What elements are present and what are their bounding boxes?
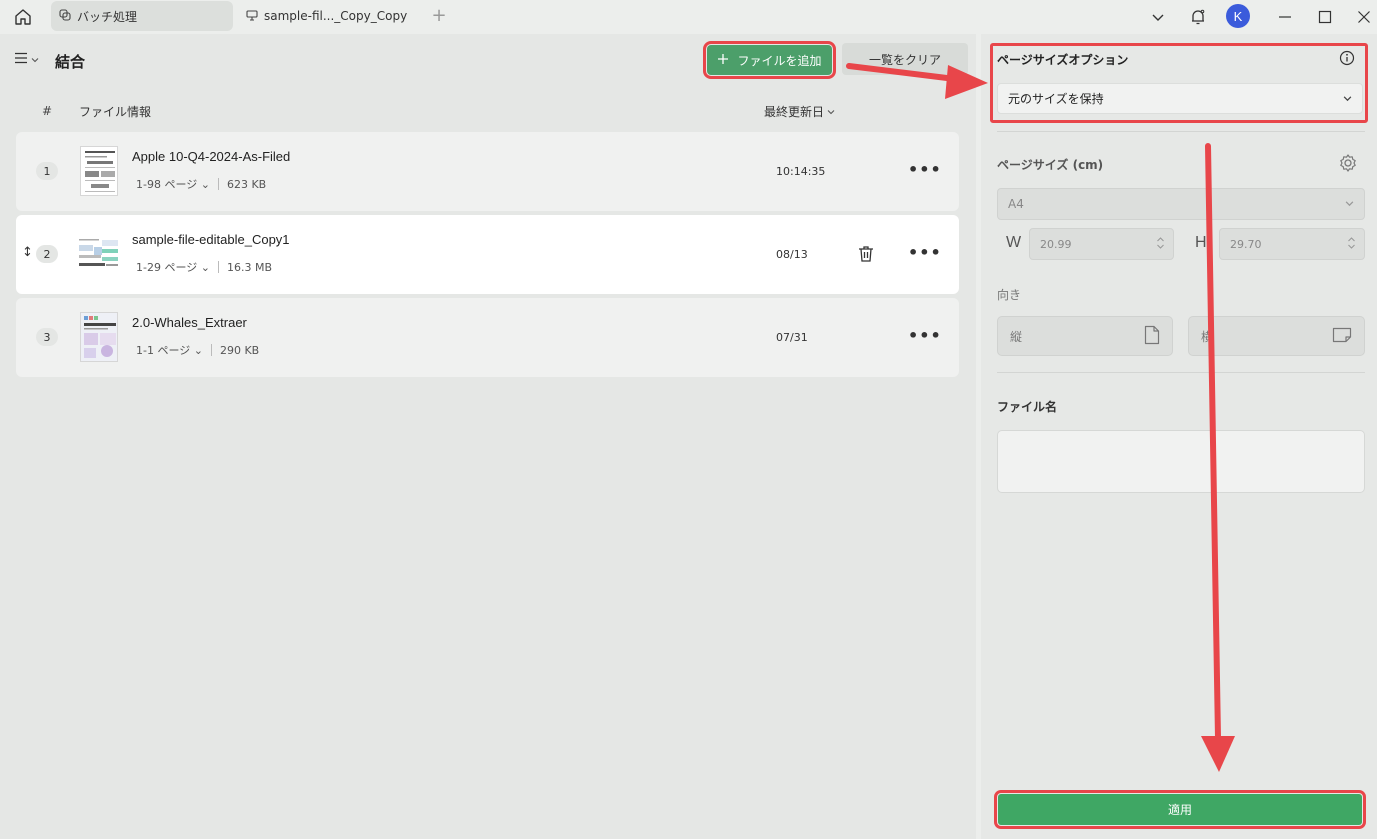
height-value: 29.70 (1230, 237, 1262, 251)
file-size: 290 KB (219, 343, 260, 357)
file-thumbnail (80, 312, 118, 362)
hamburger-icon (14, 52, 28, 68)
height-label: H (1195, 234, 1207, 251)
page-range: 1-29 ページ (136, 261, 198, 274)
page-size-label: ページサイズ (cm) (997, 158, 1104, 172)
file-row[interactable]: ↕ 2 sample-file-editable_Copy1 1-29 ページ … (16, 215, 959, 294)
apply-button[interactable]: 適用 (994, 790, 1366, 829)
divider (997, 372, 1365, 373)
bell-icon[interactable] (1186, 5, 1210, 29)
page-range-dropdown[interactable]: 1-29 ページ ⌄ (136, 259, 210, 275)
home-icon[interactable] (12, 6, 34, 28)
landscape-label: 横 (1201, 329, 1214, 344)
file-thumbnail (78, 237, 120, 271)
portrait-page-icon (1144, 325, 1160, 348)
landscape-page-icon (1332, 327, 1352, 346)
divider (217, 261, 219, 273)
batch-icon (59, 8, 71, 24)
chevron-down-icon: ⌄ (193, 344, 203, 357)
file-name-input[interactable] (997, 430, 1365, 493)
chevron-down-icon: ⌄ (200, 178, 210, 191)
row-index: 1 (36, 162, 58, 180)
column-header-modified[interactable]: 最終更新日 (764, 103, 835, 120)
column-header-file-info: ファイル情報 (79, 105, 152, 119)
title-bar: バッチ処理 sample-fil..._Copy_Copy + K (0, 0, 1377, 34)
landscape-button[interactable]: 横 (1188, 316, 1365, 356)
page-size-option-value: 元のサイズを保持 (1008, 92, 1104, 106)
new-tab-plus-icon[interactable]: + (430, 6, 448, 26)
row-index: 3 (36, 328, 58, 346)
chevron-down-icon (31, 53, 39, 68)
file-name-label: ファイル名 (997, 400, 1058, 414)
close-icon[interactable] (1352, 5, 1376, 29)
page-range: 1-1 ページ (136, 344, 191, 357)
height-input[interactable]: 29.70 (1219, 228, 1365, 260)
avatar[interactable]: K (1226, 4, 1250, 28)
plus-icon (717, 53, 729, 68)
tab-batch[interactable]: バッチ処理 (51, 1, 233, 31)
file-size: 623 KB (226, 177, 267, 191)
portrait-label: 縦 (1010, 329, 1023, 344)
column-header-modified-label: 最終更新日 (764, 105, 825, 119)
file-name: sample-file-editable_Copy1 (132, 232, 290, 247)
tab-document[interactable]: sample-fil..._Copy_Copy (238, 1, 418, 31)
width-label: W (1006, 234, 1022, 251)
file-row[interactable]: 3 2.0-Whales_Extraer 1-1 ページ ⌄ 290 KB 07… (16, 298, 959, 377)
file-name: 2.0-Whales_Extraer (132, 315, 247, 330)
maximize-icon[interactable] (1313, 5, 1337, 29)
minimize-icon[interactable] (1273, 5, 1297, 29)
width-value: 20.99 (1040, 237, 1072, 251)
more-options-icon[interactable]: ••• (908, 243, 942, 262)
page-title: 結合 (55, 53, 86, 71)
clear-list-button[interactable]: 一覧をクリア (842, 43, 968, 75)
file-thumbnail (80, 146, 118, 196)
page-range: 1-98 ページ (136, 178, 198, 191)
more-options-icon[interactable]: ••• (908, 160, 942, 179)
file-name: Apple 10-Q4-2024-As-Filed (132, 149, 291, 164)
page-range-dropdown[interactable]: 1-98 ページ ⌄ (136, 176, 210, 192)
tab-label: バッチ処理 (77, 9, 138, 24)
modified-date: 10:14:35 (776, 165, 826, 178)
monitor-icon (246, 9, 258, 24)
more-options-icon[interactable]: ••• (908, 326, 942, 345)
file-meta: 1-29 ページ ⌄ 16.3 MB (136, 259, 272, 275)
chevron-down-icon: ⌄ (200, 261, 210, 274)
chevron-down-icon (827, 105, 835, 119)
file-meta: 1-1 ページ ⌄ 290 KB (136, 342, 259, 358)
chevron-down-icon[interactable] (1146, 5, 1170, 29)
chevron-down-icon (1345, 197, 1354, 211)
divider (997, 131, 1365, 132)
add-file-button[interactable]: ファイルを追加 (703, 41, 836, 79)
file-size: 16.3 MB (226, 260, 272, 274)
modified-date: 07/31 (776, 331, 808, 344)
page-size-option-select[interactable]: 元のサイズを保持 (997, 83, 1363, 114)
tab-label: sample-fil..._Copy_Copy (264, 9, 408, 23)
trash-icon[interactable] (856, 244, 876, 264)
orientation-label: 向き (997, 288, 1022, 302)
chevron-down-icon (1343, 92, 1352, 106)
width-input[interactable]: 20.99 (1029, 228, 1174, 260)
gear-icon[interactable] (1338, 153, 1358, 177)
page-range-dropdown[interactable]: 1-1 ページ ⌄ (136, 342, 203, 358)
settings-panel: ページサイズオプション 元のサイズを保持 ページサイズ (cm) A4 W 20… (981, 34, 1377, 839)
portrait-button[interactable]: 縦 (997, 316, 1173, 356)
paper-size-value: A4 (1008, 197, 1024, 211)
drag-handle-icon[interactable]: ↕ (22, 245, 33, 260)
modified-date: 08/13 (776, 248, 808, 261)
column-header-index: # (42, 104, 53, 118)
file-row[interactable]: 1 Apple 10-Q4-2024-As-Filed 1-98 ページ ⌄ 6… (16, 132, 959, 211)
file-meta: 1-98 ページ ⌄ 623 KB (136, 176, 266, 192)
file-list-area: 結合 ファイルを追加 一覧をクリア # ファイル情報 最終更新日 1 Apple… (0, 34, 976, 839)
add-file-label: ファイルを追加 (737, 53, 822, 68)
divider (217, 178, 219, 190)
page-size-option-label: ページサイズオプション (997, 53, 1129, 67)
stepper-icon[interactable] (1347, 236, 1356, 253)
menu-button[interactable] (14, 52, 39, 68)
row-index: 2 (36, 245, 58, 263)
info-icon[interactable] (1339, 50, 1355, 70)
paper-size-select[interactable]: A4 (997, 188, 1365, 220)
stepper-icon[interactable] (1156, 236, 1165, 253)
divider (210, 344, 212, 356)
